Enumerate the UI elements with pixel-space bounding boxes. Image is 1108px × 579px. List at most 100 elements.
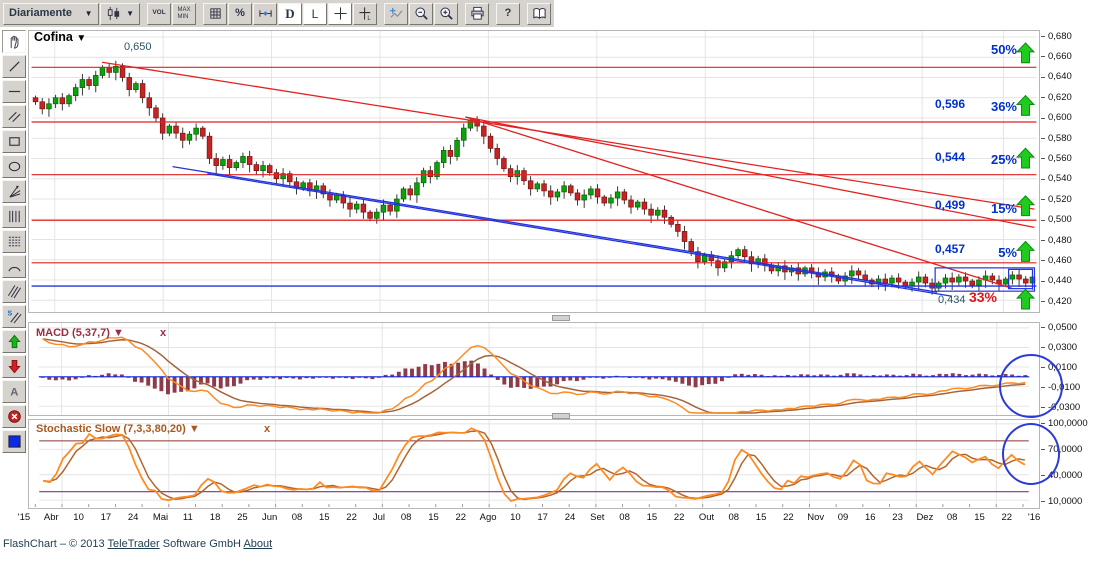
fib-price-label: 0,544 — [895, 150, 965, 164]
time-axis-label: 22 — [456, 512, 467, 523]
stochastic-title[interactable]: Stochastic Slow (7,3,3,80,20) ▼ — [36, 423, 200, 435]
ellipse-icon — [7, 159, 22, 174]
macd-title[interactable]: MACD (5,37,7) ▼ — [36, 327, 124, 339]
line-chart-button[interactable]: L — [303, 3, 327, 25]
fib-retracement-tool[interactable] — [2, 230, 26, 253]
axis-tick — [1041, 260, 1045, 261]
ellipse-annotation-stochastic[interactable] — [1002, 423, 1060, 485]
panel-splitter[interactable] — [552, 315, 570, 321]
stochastic-close-button[interactable]: x — [264, 423, 270, 435]
print-button[interactable] — [465, 3, 489, 25]
axis-tick — [1041, 118, 1045, 119]
axis-tick — [1041, 301, 1045, 302]
candlestick-icon — [106, 6, 121, 21]
zoom-in-button[interactable] — [434, 3, 458, 25]
period-dropdown-label: Diariamente — [9, 8, 72, 19]
price-range-button[interactable] — [253, 3, 277, 25]
time-axis-label: 15 — [319, 512, 330, 523]
time-axis-label: 08 — [947, 512, 958, 523]
horizontal-line-tool[interactable] — [2, 80, 26, 103]
axis-tick — [1041, 97, 1045, 98]
text-tool[interactable]: A — [2, 380, 26, 403]
fib-price-label: 0,499 — [895, 198, 965, 212]
arrow-down-tool[interactable] — [2, 355, 26, 378]
axis-tick-label: 0,640 — [1048, 71, 1072, 82]
parallel-lines-tool[interactable] — [2, 105, 26, 128]
time-axis-label: Mai — [153, 512, 168, 523]
axis-tick — [1041, 199, 1045, 200]
up-arrow-annotation[interactable] — [1017, 43, 1034, 63]
percent-scale-button[interactable]: % — [228, 3, 252, 25]
time-axis-label: '16 — [1028, 512, 1040, 523]
symbol-label[interactable]: Cofina ▼ — [34, 30, 86, 44]
axis-tick-label: 100,0000 — [1048, 418, 1088, 429]
ellipse-tool[interactable] — [2, 155, 26, 178]
zoom-out-button[interactable] — [409, 3, 433, 25]
crosshair-button[interactable] — [328, 3, 352, 25]
panel-splitter[interactable] — [552, 413, 570, 419]
price-range-icon — [258, 6, 273, 21]
grid-button[interactable] — [203, 3, 227, 25]
axis-tick-label: 0,620 — [1048, 92, 1072, 103]
daily-button[interactable]: D — [278, 3, 302, 25]
up-arrow-annotation[interactable] — [1017, 289, 1034, 309]
help-button-label: ? — [505, 8, 512, 19]
fib-price-label: 0,596 — [895, 97, 965, 111]
macd-plot[interactable] — [28, 322, 1040, 416]
percent-scale-button-label: % — [235, 8, 245, 19]
volume-button[interactable]: VOL — [147, 3, 171, 25]
line-chart-button-label: L — [312, 8, 319, 20]
rectangle-tool[interactable] — [2, 130, 26, 153]
add-indicator-icon — [389, 6, 404, 21]
arc-tool[interactable] — [2, 255, 26, 278]
fib-pct-label: 5% — [975, 245, 1017, 260]
axis-tick — [1041, 179, 1045, 180]
axis-tick — [1041, 220, 1045, 221]
axis-tick-label: 0,440 — [1048, 275, 1072, 286]
macd-close-button[interactable]: x — [160, 327, 166, 339]
axis-tick — [1041, 77, 1045, 78]
fan-lines-tool[interactable] — [2, 180, 26, 203]
arrow-up-tool[interactable] — [2, 330, 26, 353]
up-arrow-annotation[interactable] — [1017, 242, 1034, 262]
pan-tool[interactable] — [2, 30, 26, 53]
ellipse-annotation-macd[interactable] — [999, 354, 1063, 418]
trendline-tool[interactable] — [2, 55, 26, 78]
axis-tick — [1041, 281, 1045, 282]
journal-button[interactable] — [527, 3, 551, 25]
time-axis-label: 11 — [183, 512, 193, 523]
gann-lines-tool[interactable]: S — [2, 305, 26, 328]
print-icon — [470, 6, 485, 21]
daily-button-label: D — [285, 7, 294, 20]
help-button[interactable]: ? — [496, 3, 520, 25]
fib-time-zones-tool[interactable] — [2, 205, 26, 228]
axis-tick — [1041, 240, 1045, 241]
axis-tick-label: 0,680 — [1048, 31, 1072, 42]
period-dropdown[interactable]: Diariamente▼ — [3, 3, 99, 25]
chart-type-dropdown[interactable]: ▼ — [100, 3, 140, 25]
up-arrow-annotation[interactable] — [1017, 96, 1034, 116]
delete-tool[interactable] — [2, 405, 26, 428]
maxmin-button[interactable]: MAXMIN — [172, 3, 196, 25]
time-axis-label: Jun — [262, 512, 277, 523]
about-link[interactable]: About — [243, 538, 272, 550]
time-axis-label: 24 — [128, 512, 139, 523]
text-icon: A — [7, 384, 22, 399]
axis-tick — [1041, 327, 1045, 328]
fib-pct-label: 15% — [975, 201, 1017, 216]
axis-tick-label: 10,0000 — [1048, 496, 1082, 507]
vlines-icon — [7, 209, 22, 224]
crosshair-label-button[interactable]: L — [353, 3, 377, 25]
speed-lines-tool[interactable] — [2, 280, 26, 303]
color-picker-tool[interactable] — [2, 430, 26, 453]
line-icon — [7, 59, 22, 74]
teletrader-link[interactable]: TeleTrader — [108, 538, 160, 550]
add-indicator-button[interactable] — [384, 3, 408, 25]
fib-pct-label: 25% — [975, 152, 1017, 167]
fib-pct-label: 50% — [975, 42, 1017, 57]
time-axis-label: 08 — [619, 512, 630, 523]
price-plot[interactable] — [28, 30, 1040, 313]
time-axis-label: 16 — [865, 512, 876, 523]
time-axis-label: 15 — [974, 512, 985, 523]
fib-pct-label: 36% — [975, 99, 1017, 114]
